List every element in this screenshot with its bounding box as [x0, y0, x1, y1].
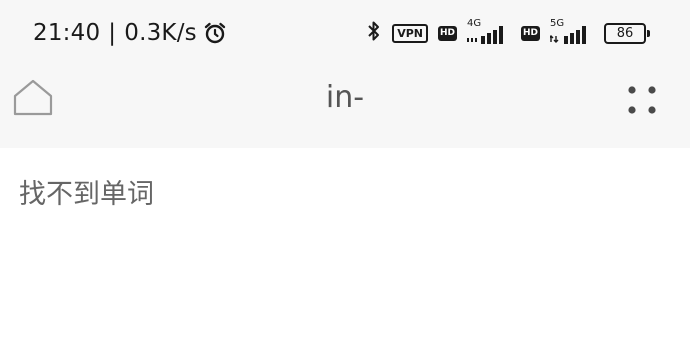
four-dots-icon — [628, 86, 656, 114]
more-options-button[interactable] — [624, 82, 660, 118]
status-right: VPN HD 4G HD 5G 86 — [366, 18, 650, 48]
battery-level: 86 — [604, 22, 646, 44]
battery-icon: 86 — [604, 22, 650, 44]
status-separator: | — [108, 20, 117, 46]
not-found-message: 找不到单词 — [19, 179, 154, 210]
page-title: in- — [325, 80, 365, 115]
status-bar: 21:40 | 0.3K/s VPN HD 4G HD 5G 86 — [0, 0, 690, 66]
toolbar: in- — [0, 66, 690, 148]
status-left: 21:40 | 0.3K/s — [33, 18, 227, 48]
network-type-5g: 5G — [550, 18, 565, 29]
bluetooth-icon — [366, 19, 382, 47]
signal-4g: 4G — [466, 18, 511, 46]
signal-5g: 5G — [550, 18, 594, 46]
hd-badge-1: HD — [437, 25, 457, 41]
hd-badge-2: HD — [520, 25, 540, 41]
alarm-icon — [203, 21, 227, 45]
network-speed: 0.3K/s — [124, 20, 197, 46]
vpn-badge: VPN — [392, 23, 428, 43]
network-type-4g: 4G — [466, 18, 482, 29]
content-area: 找不到单词 — [0, 148, 690, 358]
clock: 21:40 — [33, 20, 101, 46]
battery-tip — [647, 29, 650, 37]
